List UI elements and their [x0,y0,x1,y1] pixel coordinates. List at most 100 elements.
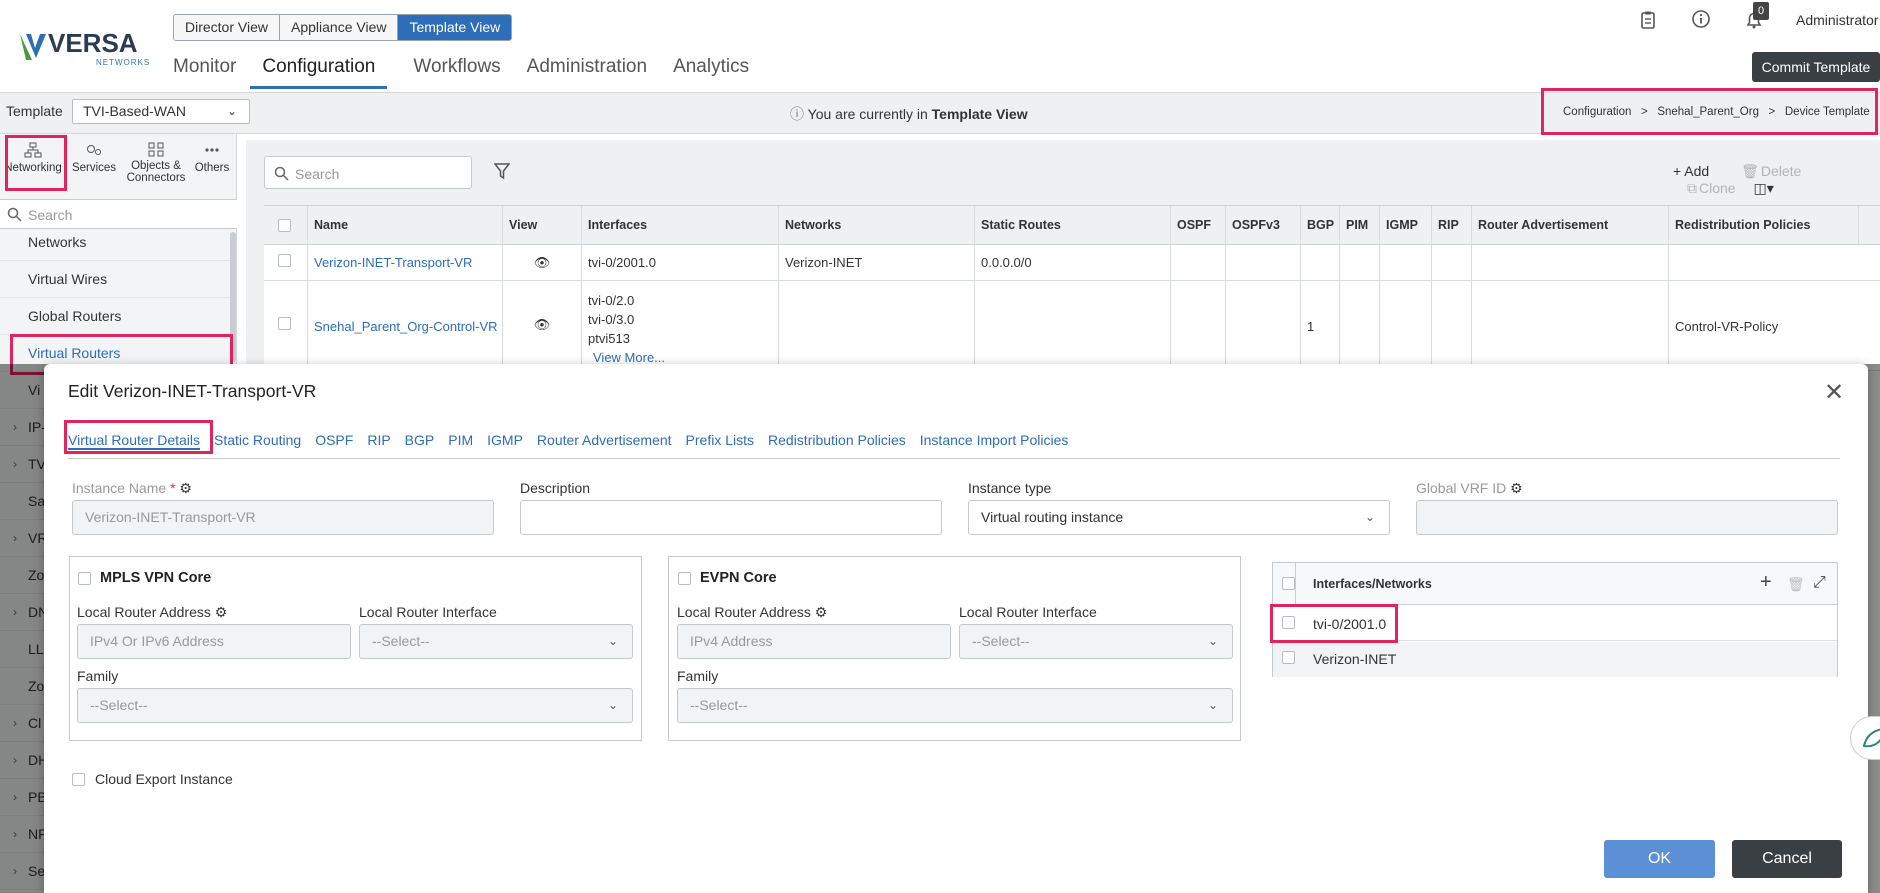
evpn-local-address-label: Local Router Address ⚙ [677,604,827,621]
column-header[interactable]: Static Routes [975,206,1171,244]
mpls-local-interface-select[interactable]: --Select-- ⌄ [359,624,633,659]
table-row[interactable]: Verizon-INET-Transport-VR 👁 tvi-0/2001.0… [264,245,1880,281]
appliance-view-button[interactable]: Appliance View [280,15,399,40]
mpls-checkbox[interactable] [78,572,91,585]
row-name-link[interactable]: Verizon-INET-Transport-VR [308,245,503,280]
gear-icon[interactable]: ⚙ [815,604,828,620]
filter-icon[interactable] [494,163,510,180]
close-icon[interactable]: ✕ [1824,378,1844,407]
instance-type-select[interactable]: Virtual routing instance ⌄ [968,500,1390,535]
view-switcher: Director View Appliance View Template Vi… [173,14,513,41]
mpls-local-address-input[interactable]: IPv4 Or IPv6 Address [77,624,351,659]
leaf-icon [1862,728,1880,748]
evpn-local-address-input[interactable]: IPv4 Address [677,624,951,659]
column-header[interactable]: OSPF [1171,206,1226,244]
gear-icon[interactable]: ⚙ [1510,480,1523,496]
expand-icon[interactable]: ⤢ [1813,574,1826,592]
add-icon[interactable]: + [1760,571,1772,594]
user-menu[interactable]: Administrator [1796,12,1878,28]
column-header[interactable]: Networks [779,206,975,244]
row-rip [1432,281,1472,370]
template-view-button[interactable]: Template View [398,15,512,40]
column-header[interactable]: BGP [1301,206,1340,244]
column-header[interactable]: Router Advertisement [1472,206,1669,244]
ok-button[interactable]: OK [1604,840,1715,878]
info-icon[interactable] [1691,9,1711,29]
row-name-link[interactable]: Snehal_Parent_Org-Control-VR [308,281,503,370]
nav-analytics[interactable]: Analytics [673,56,749,89]
grid-search-input[interactable]: Search [264,156,472,189]
mpls-local-address-label: Local Router Address ⚙ [77,604,227,621]
template-select[interactable]: TVI-Based-WAN ⌄ [72,99,250,124]
cancel-button[interactable]: Cancel [1732,840,1842,878]
eye-icon[interactable]: 👁 [503,281,582,370]
columns-toggle-icon[interactable]: ◫▾ [1753,180,1773,196]
dialog-tab[interactable]: OSPF [315,432,353,450]
sidebar-item[interactable]: Virtual Wires [0,261,230,298]
select-all-checkbox[interactable] [264,206,308,244]
instance-type-label: Instance type [968,480,1052,496]
column-header[interactable]: Redistribution Policies [1669,206,1859,244]
gear-icon[interactable]: ⚙ [215,604,228,620]
required-asterisk: * [170,480,176,496]
nav-monitor[interactable]: Monitor [173,56,236,89]
eye-icon[interactable]: 👁 [503,245,582,280]
template-label: Template [6,103,63,119]
dialog-tab[interactable]: Static Routing [214,432,301,450]
add-button[interactable]: + Add [1673,163,1709,179]
sidebar-item-label: Networks [28,234,87,250]
dialog-tab[interactable]: RIP [367,432,390,450]
tab-others[interactable]: Others [192,134,232,174]
row-router-adv [1472,281,1669,370]
row-igmp [1380,245,1432,280]
column-header[interactable]: View [503,206,582,244]
row-checkbox[interactable] [1282,651,1295,664]
clipboard-icon[interactable] [1638,10,1658,30]
versa-logo[interactable]: VERSA NETWORKS [18,26,149,67]
mpls-family-select[interactable]: --Select-- ⌄ [77,688,633,723]
table-row[interactable]: Snehal_Parent_Org-Control-VR 👁 tvi-0/2.0… [264,281,1880,371]
column-header[interactable]: IGMP [1380,206,1432,244]
column-header[interactable]: Interfaces [582,206,779,244]
clone-button[interactable]: ⧉ Clone [1673,180,1736,196]
commit-template-button[interactable]: Commit Template [1752,52,1880,82]
tab-objects-connectors[interactable]: Objects & Connectors [124,134,188,184]
row-redistribution [1669,245,1859,280]
evpn-checkbox[interactable] [678,572,691,585]
cloud-export-checkbox[interactable] [72,773,85,786]
nav-administration[interactable]: Administration [527,56,647,89]
tabs-divider [68,458,1840,459]
chevron-down-icon: ⌄ [1207,634,1218,648]
evpn-local-interface-select[interactable]: --Select-- ⌄ [959,624,1233,659]
dialog-tab[interactable]: Instance Import Policies [920,432,1069,450]
column-header[interactable]: Name [308,206,503,244]
delete-button[interactable]: 🗑 Delete [1727,163,1801,179]
trash-icon[interactable]: 🗑 [1787,576,1805,593]
global-vrf-input[interactable] [1416,500,1838,535]
dialog-tab[interactable]: IGMP [487,432,523,450]
dialog-tab[interactable]: PIM [448,432,473,450]
row-rip [1432,245,1472,280]
instance-type-value: Virtual routing instance [981,509,1124,525]
nav-workflows[interactable]: Workflows [413,56,500,89]
column-header[interactable]: OSPFv3 [1226,206,1301,244]
dialog-tab[interactable]: Prefix Lists [686,432,754,450]
gear-icon[interactable]: ⚙ [179,480,192,496]
interfaces-select-all-checkbox[interactable] [1282,577,1295,590]
row-checkbox[interactable] [264,281,308,370]
instance-name-input[interactable]: Verizon-INET-Transport-VR [72,500,494,535]
sidebar-item[interactable]: Global Routers [0,298,230,335]
row-checkbox[interactable] [264,245,308,280]
tab-services[interactable]: Services [68,134,120,174]
sidebar-item[interactable]: Networks [0,224,230,261]
column-header[interactable]: RIP [1432,206,1472,244]
mpls-family-value: --Select-- [90,697,148,713]
evpn-family-select[interactable]: --Select-- ⌄ [677,688,1233,723]
description-input[interactable] [520,500,942,535]
nav-configuration[interactable]: Configuration [250,56,388,89]
dialog-tab[interactable]: Redistribution Policies [768,432,906,450]
column-header[interactable]: PIM [1340,206,1380,244]
director-view-button[interactable]: Director View [174,15,280,40]
dialog-tab[interactable]: Router Advertisement [537,432,672,450]
dialog-tab[interactable]: BGP [405,432,435,450]
